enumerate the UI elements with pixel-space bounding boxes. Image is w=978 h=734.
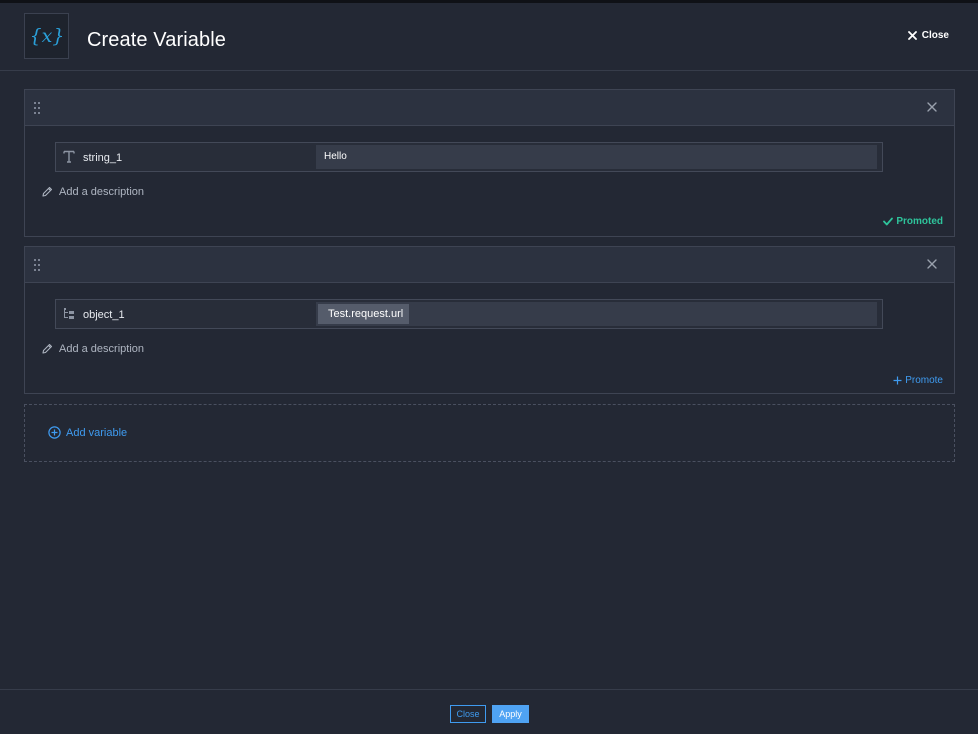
- variable-row: string_1 Hello: [55, 142, 883, 172]
- variable-row: object_1 Test.request.url: [55, 299, 883, 329]
- dialog-footer: Close Apply: [0, 689, 978, 734]
- add-variable-label: Add variable: [66, 426, 128, 439]
- remove-variable-icon[interactable]: [927, 102, 937, 112]
- promoted-label: Promoted: [896, 216, 943, 227]
- svg-text:{x}: {x}: [32, 25, 62, 47]
- variable-name[interactable]: string_1: [83, 152, 122, 164]
- header-close-button[interactable]: Close: [907, 30, 949, 41]
- variable-value-text: Hello: [324, 151, 347, 162]
- variable-name[interactable]: object_1: [83, 309, 125, 321]
- add-description-button[interactable]: Add a description: [41, 343, 144, 355]
- variable-card-header: [25, 90, 954, 126]
- close-button[interactable]: Close: [450, 705, 486, 723]
- check-icon: [883, 217, 894, 226]
- promoted-status: Promoted: [883, 216, 943, 227]
- apply-button[interactable]: Apply: [492, 705, 529, 723]
- add-description-label: Add a description: [59, 186, 144, 198]
- variable-card-header: [25, 247, 954, 283]
- promote-label: Promote: [905, 375, 943, 386]
- header-close-label: Close: [921, 30, 949, 41]
- plus-icon: [893, 376, 902, 385]
- pencil-icon: [42, 343, 53, 354]
- remove-variable-icon[interactable]: [927, 259, 937, 269]
- variable-x-icon: {x}: [24, 13, 69, 59]
- pencil-icon: [42, 186, 53, 197]
- page-title: Create Variable: [87, 29, 226, 51]
- promote-button[interactable]: Promote: [893, 375, 943, 386]
- variable-value-input[interactable]: Hello: [316, 145, 877, 169]
- close-icon: [907, 31, 917, 40]
- add-description-button[interactable]: Add a description: [41, 186, 144, 198]
- text-type-icon: [63, 150, 75, 163]
- add-variable-button[interactable]: Add variable: [48, 426, 127, 439]
- variable-card: string_1 Hello Add a description Promote…: [24, 89, 955, 237]
- variable-card: object_1 Test.request.url Add a descript…: [24, 246, 955, 394]
- drag-handle-icon[interactable]: [34, 102, 40, 114]
- add-description-label: Add a description: [59, 343, 144, 355]
- value-reference-chip[interactable]: Test.request.url: [318, 304, 410, 324]
- variable-value-input[interactable]: Test.request.url: [316, 302, 877, 326]
- object-type-icon: [64, 308, 74, 319]
- dialog-header: {x} Create Variable Close: [0, 3, 978, 71]
- plus-circle-icon: [48, 426, 61, 439]
- drag-handle-icon[interactable]: [34, 259, 40, 271]
- add-variable-area: Add variable: [24, 404, 955, 462]
